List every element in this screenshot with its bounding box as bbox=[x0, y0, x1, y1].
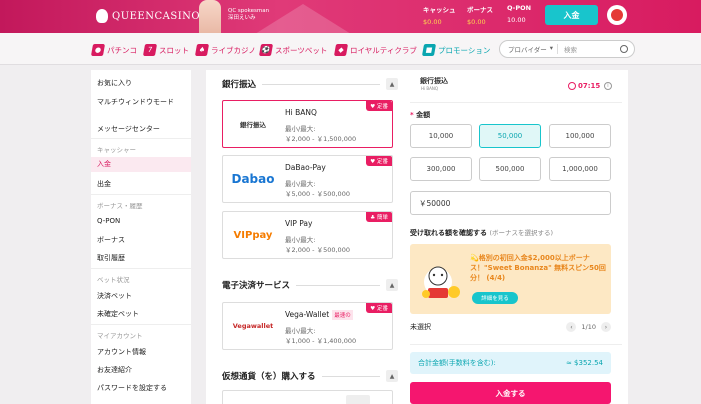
sidebar-item-transactions[interactable]: 取引履歴 bbox=[91, 253, 191, 263]
gift-icon: ■ bbox=[421, 44, 437, 56]
slot-icon: 7 bbox=[142, 44, 158, 56]
deposit-form: 銀行振込 Hi BANQ 07:15 i * 金額 10,000 50,000 … bbox=[404, 70, 628, 404]
sidebar-item-favorites[interactable]: お気に入り bbox=[91, 78, 191, 88]
submit-deposit-button[interactable]: 入金する bbox=[410, 382, 611, 404]
collapse-icon[interactable]: ▲ bbox=[386, 370, 398, 382]
amount-option-500000[interactable]: 500,000 bbox=[479, 157, 541, 181]
section-bank-transfer: 銀行振込 ▲ bbox=[222, 78, 398, 90]
bonus-pager: 未選択 ‹ 1/10 › bbox=[410, 322, 611, 332]
spokesman-caption: QC spokesman 深田えいみ bbox=[228, 8, 270, 21]
queen-icon bbox=[96, 9, 108, 23]
payment-methods-panel: 銀行振込 ▲ 銀行振込 Hi BANQ 最小/最大: ￥2,000 - ￥1,50… bbox=[206, 70, 404, 404]
divider bbox=[410, 102, 622, 103]
lucky-cat-icon bbox=[422, 266, 460, 298]
heart-badge: ♥ 定番 bbox=[366, 101, 392, 111]
nav-sports-bet[interactable]: ⚽ スポーツベット bbox=[258, 42, 327, 58]
sidebar-item-set-password[interactable]: パスワードを設定する bbox=[91, 383, 191, 393]
pachinko-icon: ● bbox=[90, 44, 106, 56]
divider bbox=[91, 138, 191, 139]
amount-option-1000000[interactable]: 1,000,000 bbox=[549, 157, 611, 181]
sidebar-item-multiwindow[interactable]: マルチウィンドウモード bbox=[91, 97, 191, 107]
nav-live-casino[interactable]: ♠ ライブカジノ bbox=[194, 42, 256, 58]
nav-loyalty-club[interactable]: ◆ ロイヤルティクラブ bbox=[333, 42, 417, 58]
chevron-down-icon: ▾ bbox=[549, 44, 553, 52]
bank-transfer-logo: 銀行振込 bbox=[240, 121, 266, 129]
daruma-icon bbox=[611, 9, 623, 21]
spokesman-photo bbox=[199, 0, 221, 33]
ball-icon: ⚽ bbox=[258, 44, 274, 56]
nav-slots[interactable]: 7 スロット bbox=[142, 42, 189, 58]
method-card-vegawallet[interactable]: Vegawallet Vega-Wallet 最速の 最小/最大: ￥1,000 … bbox=[222, 302, 393, 350]
total-amount-bar: 合計金額(手数料を含む): ≈ $352.54 bbox=[410, 352, 611, 374]
method-card-vippay[interactable]: VIPpay VIP Pay 最小/最大: ￥2,000 - ￥500,000 … bbox=[222, 211, 393, 259]
sidebar-item-messages[interactable]: メッセージセンター bbox=[91, 124, 191, 134]
method-card-dabaopay[interactable]: Dabao DaBao-Pay 最小/最大: ￥5,000 - ￥500,000… bbox=[222, 155, 393, 203]
sidebar-item-qpon[interactable]: Q-PON bbox=[91, 217, 191, 225]
vegawallet-logo: Vegawallet bbox=[232, 322, 274, 330]
account-sidebar: お気に入り マルチウィンドウモード ー ド メッセージセンター キャッシャー 入… bbox=[91, 70, 191, 404]
sidebar-item-deposit[interactable]: 入金 bbox=[91, 157, 191, 172]
amount-input[interactable]: ￥50000 bbox=[410, 191, 611, 215]
amount-option-50000[interactable]: 50,000 bbox=[479, 124, 541, 148]
bonus-offer-text: 💫格別の初回入金$2,000以上ボーナス！"Sweet Bonanza" 無料ス… bbox=[470, 254, 606, 282]
section-crypto: 仮想通貨（を）購入する ▲ bbox=[222, 370, 398, 382]
sidebar-head-my-account: マイアカウント bbox=[97, 332, 143, 340]
selected-method-logo: 銀行振込 bbox=[420, 77, 448, 85]
visa-mastercard-icon bbox=[346, 395, 370, 404]
qpon-balance: Q-PON 10.00 bbox=[507, 4, 532, 24]
collapse-icon[interactable]: ▲ bbox=[386, 78, 398, 90]
heart-badge: ♥ 定番 bbox=[366, 156, 392, 166]
search-bar: プロバイダー ▾ 検索 bbox=[499, 40, 635, 58]
chevron-left-icon[interactable]: ‹ bbox=[566, 322, 577, 332]
search-icon[interactable] bbox=[620, 45, 628, 53]
top-header: QUEENCASINO QC spokesman 深田えいみ キャッシュ $0.… bbox=[0, 0, 701, 33]
sidebar-item-open-bets[interactable]: 未確定ベット bbox=[91, 309, 191, 319]
info-icon[interactable]: i bbox=[604, 82, 612, 90]
amount-option-300000[interactable]: 300,000 bbox=[410, 157, 472, 181]
bonus-detail-button[interactable]: 詳細を見る bbox=[472, 292, 518, 304]
sidebar-item-bonus[interactable]: ボーナス bbox=[91, 235, 191, 245]
dabao-logo: Dabao bbox=[231, 172, 275, 186]
countdown-timer: 07:15 bbox=[568, 82, 600, 90]
sidebar-item-account-info[interactable]: アカウント情報 bbox=[91, 347, 191, 357]
diamond-icon: ◆ bbox=[333, 44, 349, 56]
bonus-balance: ボーナス $0.00 bbox=[467, 6, 493, 26]
sidebar-item-settled-bets[interactable]: 決済ベット bbox=[91, 291, 191, 301]
mount-fuji-decoration bbox=[255, 4, 351, 33]
chevron-right-icon[interactable]: › bbox=[601, 322, 611, 332]
method-card-crypto[interactable] bbox=[222, 390, 393, 404]
nav-promotion[interactable]: ■ プロモーション bbox=[421, 42, 490, 58]
vippay-logo: VIPpay bbox=[233, 229, 273, 241]
divider bbox=[91, 194, 191, 195]
user-avatar[interactable] bbox=[607, 5, 627, 25]
sidebar-item-refer-friend[interactable]: お友達紹介 bbox=[91, 365, 191, 375]
method-card-hibanq[interactable]: 銀行振込 Hi BANQ 最小/最大: ￥2,000 - ￥1,500,000 … bbox=[222, 100, 393, 148]
sidebar-item-withdraw[interactable]: 出金 bbox=[91, 179, 191, 189]
provider-dropdown[interactable]: プロバイダー ▾ bbox=[500, 44, 558, 54]
alarm-clock-icon bbox=[568, 82, 576, 90]
amount-option-10000[interactable]: 10,000 bbox=[410, 124, 472, 148]
divider bbox=[91, 268, 191, 269]
sidebar-head-bonus-history: ボーナス・履歴 bbox=[97, 202, 143, 210]
sidebar-head-cashier: キャッシャー bbox=[97, 146, 136, 154]
section-ewallet: 電子決済サービス ▲ bbox=[222, 279, 398, 291]
amount-label: * 金額 bbox=[410, 111, 431, 119]
receive-amount-label: 受け取れる額を確認する (ボーナスを選択する) bbox=[410, 229, 554, 237]
bonus-offer-card[interactable]: 💫格別の初回入金$2,000以上ボーナス！"Sweet Bonanza" 無料ス… bbox=[410, 244, 611, 314]
divider bbox=[410, 344, 622, 345]
header-deposit-button[interactable]: 入金 bbox=[545, 5, 598, 25]
collapse-icon[interactable]: ▲ bbox=[386, 279, 398, 291]
cash-balance: キャッシュ $0.00 bbox=[423, 6, 456, 26]
amount-option-100000[interactable]: 100,000 bbox=[549, 124, 611, 148]
search-input[interactable]: 検索 bbox=[558, 44, 620, 54]
nav-pachinko[interactable]: ● パチンコ bbox=[90, 42, 137, 58]
casino-logo[interactable]: QUEENCASINO bbox=[96, 9, 200, 23]
cards-icon: ♠ bbox=[194, 44, 210, 56]
sidebar-head-bet-status: ベット状況 bbox=[97, 276, 130, 284]
divider bbox=[91, 324, 191, 325]
thumbs-badge: ♣ 簡単 bbox=[366, 212, 392, 222]
heart-badge: ♥ 定番 bbox=[366, 303, 392, 313]
